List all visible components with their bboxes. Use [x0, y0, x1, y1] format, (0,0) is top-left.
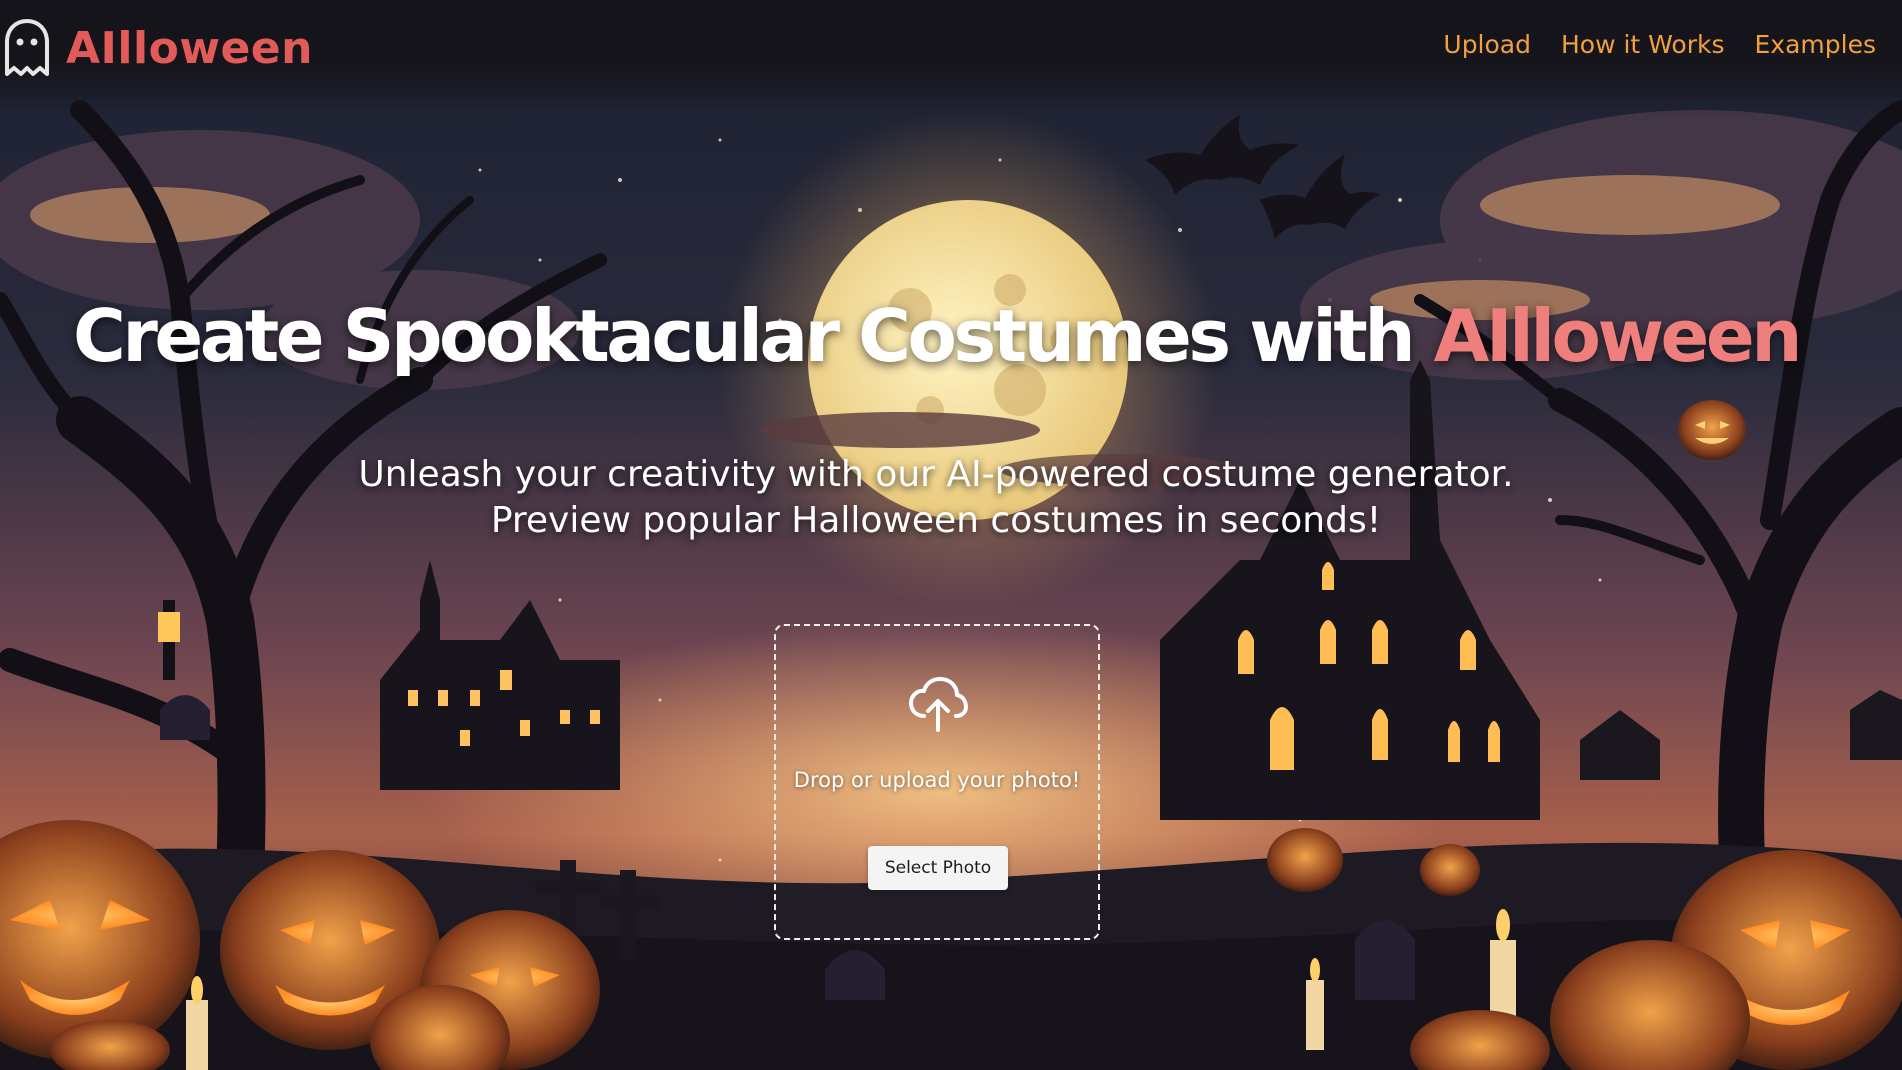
hero-title: Create Spooktacular Costumes with AIllow… [0, 294, 1872, 378]
logo-text: AIlloween [66, 22, 313, 74]
logo[interactable]: AIlloween [2, 16, 313, 80]
hero-title-text: Create Spooktacular Costumes with [73, 294, 1434, 378]
ghost-icon [5, 19, 49, 76]
select-photo-button[interactable]: Select Photo [868, 846, 1008, 890]
nav-link-upload[interactable]: Upload [1443, 30, 1531, 59]
hero-subtitle-line-1: Unleash your creativity with our AI-powe… [358, 454, 1514, 495]
nav-link-examples[interactable]: Examples [1755, 30, 1876, 59]
hero-subtitle: Unleash your creativity with our AI-powe… [0, 452, 1872, 544]
photo-drop-zone[interactable]: Drop or upload your photo! Select Photo [774, 624, 1100, 940]
drop-zone-prompt: Drop or upload your photo! [793, 768, 1081, 792]
cloud-upload-icon [909, 677, 968, 732]
top-navigation-bar: AIlloween Upload How it Works Examples [0, 0, 1902, 116]
nav-link-how-it-works[interactable]: How it Works [1561, 30, 1725, 59]
hero-title-brand: AIlloween [1433, 294, 1803, 378]
hero-subtitle-line-2: Preview popular Halloween costumes in se… [490, 500, 1382, 541]
main-nav: Upload How it Works Examples [1443, 30, 1876, 59]
